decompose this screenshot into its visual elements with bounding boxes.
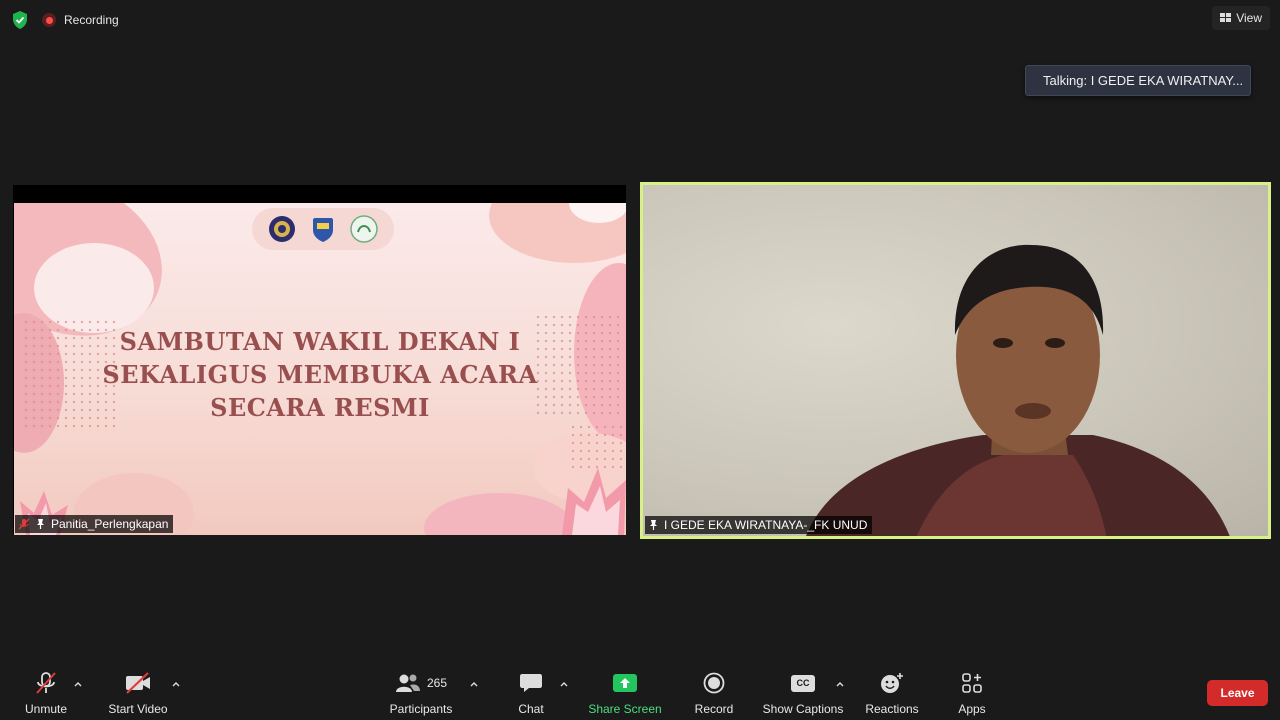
closed-captions-glyph: CC: [796, 678, 810, 688]
muted-mic-icon: [18, 518, 30, 530]
meeting-toolbar: Unmute Start Video 265 Participants Chat…: [0, 660, 1280, 720]
record-label: Record: [694, 702, 734, 716]
muted-mic-icon: [36, 672, 56, 694]
apps-button[interactable]: Apps: [956, 670, 988, 716]
start-video-button[interactable]: Start Video: [106, 670, 170, 716]
reactions-button[interactable]: Reactions: [865, 670, 919, 716]
participants-icon: [395, 674, 420, 692]
share-screen-label: Share Screen: [588, 702, 662, 716]
slide-title-line: SAMBUTAN WAKIL DEKAN I: [119, 327, 521, 356]
reactions-label: Reactions: [865, 702, 919, 716]
video-off-icon: [126, 672, 150, 694]
participant-name: I GEDE EKA WIRATNAYA-_FK UNUD: [664, 518, 868, 532]
presentation-slide: SAMBUTAN WAKIL DEKAN I SEKALIGUS MEMBUKA…: [14, 203, 626, 535]
shared-screen-tile[interactable]: SAMBUTAN WAKIL DEKAN I SEKALIGUS MEMBUKA…: [13, 185, 626, 535]
chat-button[interactable]: Chat: [516, 670, 546, 716]
chevron-up-icon[interactable]: [834, 678, 846, 690]
unmute-button[interactable]: Unmute: [22, 670, 70, 716]
university-logo: [269, 216, 296, 242]
record-button[interactable]: Record: [694, 670, 734, 716]
slide-decoration: [424, 493, 574, 535]
speaker-video-feed: [806, 244, 1230, 536]
unmute-label: Unmute: [24, 702, 68, 716]
reactions-icon: [881, 673, 903, 693]
start-video-label: Start Video: [108, 702, 168, 716]
slide-title-line: SECARA RESMI: [210, 393, 430, 422]
pin-icon: [650, 520, 657, 530]
chat-icon: [520, 674, 542, 692]
share-screen-button[interactable]: Share Screen: [588, 670, 662, 716]
chevron-up-icon[interactable]: [72, 678, 84, 690]
participant-name-tag: I GEDE EKA WIRATNAYA-_FK UNUD: [645, 516, 873, 534]
organization-logo: [349, 215, 378, 243]
chevron-up-icon[interactable]: [468, 678, 480, 690]
talking-indicator: Talking: I GEDE EKA WIRATNAY...: [1025, 65, 1251, 96]
slide-title-line: SEKALIGUS MEMBUKA ACARA: [102, 360, 538, 389]
shield-icon[interactable]: [10, 10, 30, 30]
pin-icon: [37, 519, 44, 529]
active-speaker-tile[interactable]: I GEDE EKA WIRATNAYA-_FK UNUD: [640, 182, 1271, 539]
participant-name-tag: Panitia_Perlengkapan: [15, 515, 174, 533]
grid-view-icon: [1220, 13, 1232, 22]
show-captions-label: Show Captions: [762, 702, 844, 716]
leave-button[interactable]: Leave: [1207, 680, 1268, 706]
logo-bar: [252, 208, 394, 250]
apps-icon: [962, 673, 982, 693]
participants-button[interactable]: 265 Participants: [388, 670, 454, 716]
recording-label: Recording: [64, 13, 119, 27]
apps-label: Apps: [958, 702, 986, 716]
faculty-logo: [312, 218, 333, 242]
closed-captions-icon: CC: [791, 674, 815, 692]
record-icon: [703, 672, 725, 694]
recording-indicator[interactable]: Recording: [42, 10, 119, 30]
show-captions-button[interactable]: CC Show Captions: [762, 670, 844, 716]
slide-title: SAMBUTAN WAKIL DEKAN I SEKALIGUS MEMBUKA…: [14, 325, 626, 424]
recording-dot-icon: [42, 13, 56, 27]
view-button[interactable]: View: [1212, 6, 1270, 30]
participant-name: Panitia_Perlengkapan: [51, 517, 169, 531]
chevron-up-icon[interactable]: [170, 678, 182, 690]
participants-count: 265: [426, 676, 448, 690]
chat-label: Chat: [518, 702, 544, 716]
top-bar: Recording View: [0, 0, 1280, 40]
participants-label: Participants: [389, 702, 453, 716]
chevron-up-icon[interactable]: [558, 678, 570, 690]
view-label: View: [1236, 11, 1262, 25]
flower-icon: [562, 468, 626, 535]
share-screen-icon: [613, 674, 637, 692]
